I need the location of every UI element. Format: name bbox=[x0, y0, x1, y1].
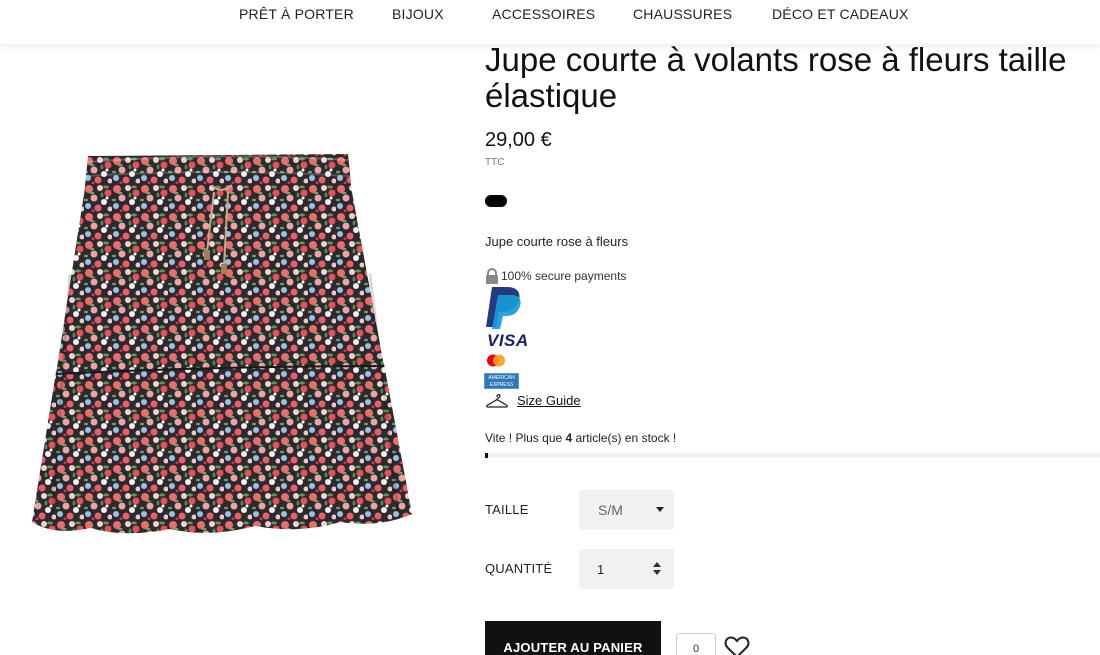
paypal-icon bbox=[486, 287, 521, 329]
nav-item-deco-et-cadeaux[interactable]: DÉCO ET CADEAUX bbox=[772, 6, 909, 22]
secure-payments: 100% secure payments bbox=[485, 268, 626, 284]
add-to-cart-label: AJOUTER AU PANIER bbox=[503, 640, 643, 655]
stock-message: Vite ! Plus que 4 article(s) en stock ! bbox=[485, 431, 676, 445]
quantity-stepper bbox=[579, 549, 674, 589]
lock-icon bbox=[486, 268, 498, 284]
stock-level-fill bbox=[485, 453, 489, 458]
product-title-line-2: élastique bbox=[485, 77, 618, 114]
size-guide-label: Size Guide bbox=[517, 392, 581, 408]
secure-payments-label: 100% secure payments bbox=[501, 269, 627, 283]
tax-label: TTC bbox=[485, 157, 505, 168]
amex-icon: AMERICAN EXPRESS bbox=[484, 373, 519, 389]
product-title-line-1: Jupe courte à volants rose à fleurs tail… bbox=[485, 41, 1067, 78]
product-image[interactable] bbox=[0, 44, 432, 655]
chevron-down-icon bbox=[656, 507, 664, 512]
nav-item-chaussures[interactable]: CHAUSSURES bbox=[633, 6, 732, 22]
stock-suffix: article(s) en stock ! bbox=[575, 431, 677, 445]
wishlist-count-value: 0 bbox=[692, 643, 700, 655]
product-short-description: Jupe courte rose à fleurs bbox=[485, 234, 629, 249]
heart-icon[interactable] bbox=[724, 635, 750, 655]
stock-level-bar bbox=[485, 453, 1100, 458]
top-navigation: PRÊT À PORTER BIJOUX ACCESSOIRES CHAUSSU… bbox=[0, 0, 1100, 44]
add-to-cart-button[interactable]: AJOUTER AU PANIER bbox=[485, 621, 661, 655]
skirt-image bbox=[32, 154, 412, 534]
mastercard-icon bbox=[487, 354, 505, 367]
product-title: Jupe courte à volants rose à fleurs tail… bbox=[485, 42, 1100, 114]
size-select-value: S/M bbox=[598, 502, 623, 518]
visa-icon: VISA bbox=[487, 331, 529, 350]
size-guide-link[interactable]: Size Guide bbox=[485, 392, 581, 408]
quantity-label: QUANTITÉ bbox=[485, 561, 553, 576]
quantity-decrease-icon[interactable] bbox=[653, 570, 661, 575]
product-price: 29,00 € bbox=[485, 129, 552, 151]
nav-item-bijoux[interactable]: BIJOUX bbox=[392, 6, 444, 22]
hanger-icon bbox=[486, 393, 508, 408]
quantity-input[interactable] bbox=[579, 549, 649, 589]
stock-count: 4 bbox=[565, 431, 573, 445]
stock-prefix: Vite ! Plus que bbox=[485, 431, 563, 445]
nav-item-accessoires[interactable]: ACCESSOIRES bbox=[492, 6, 595, 22]
size-select[interactable]: S/M bbox=[579, 490, 674, 530]
nav-item-pret-a-porter[interactable]: PRÊT À PORTER bbox=[239, 6, 354, 22]
color-swatch-black[interactable] bbox=[485, 195, 507, 207]
size-label: TAILLE bbox=[485, 502, 529, 517]
quantity-increase-icon[interactable] bbox=[653, 562, 661, 567]
wishlist-count: 0 bbox=[676, 633, 716, 655]
